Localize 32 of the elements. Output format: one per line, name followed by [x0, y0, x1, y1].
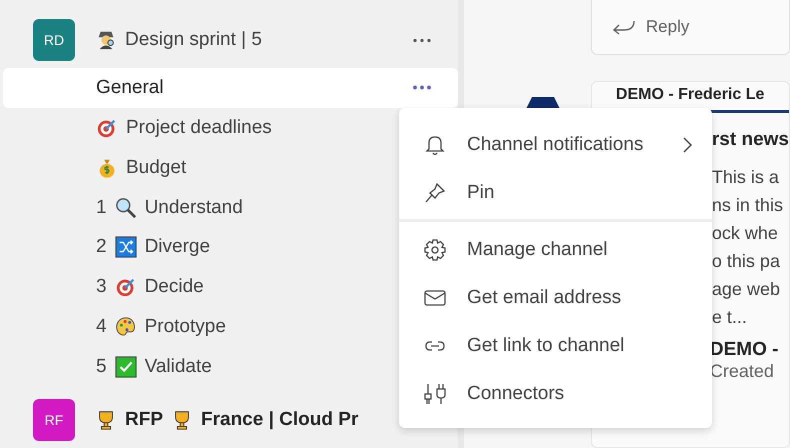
check-mark-icon	[114, 356, 137, 378]
post-meta: Created	[710, 361, 775, 382]
post-text: This is a	[712, 166, 780, 189]
post-text: e t...	[712, 306, 748, 329]
team-name[interactable]: Design sprint | 5	[125, 29, 412, 51]
channel-number: 1	[96, 196, 107, 219]
post-title: rst news	[712, 128, 789, 152]
post-text: ns in this	[712, 194, 784, 217]
post-author: DEMO -	[710, 339, 779, 361]
more-options-icon[interactable]	[412, 38, 432, 42]
channel-number: 5	[96, 356, 107, 378]
pin-icon	[423, 181, 447, 205]
channel-item[interactable]: General	[3, 68, 458, 108]
team-name[interactable]: RFP	[125, 409, 163, 431]
team-avatar: RD	[33, 19, 75, 61]
magnifier-icon	[114, 196, 137, 219]
plug-icon	[423, 382, 447, 406]
target-icon	[114, 276, 137, 298]
team-name[interactable]: France | Cloud Pr	[201, 409, 358, 431]
post-text: o this pa	[712, 250, 781, 273]
reply-arrow-icon	[612, 19, 636, 35]
palette-icon	[114, 316, 137, 338]
settings-icon	[423, 238, 447, 262]
post-text: age web	[712, 278, 781, 301]
channel-number: 3	[96, 276, 107, 298]
team-avatar: RF	[33, 399, 75, 441]
post-text: ock whe	[712, 222, 779, 245]
reply-button[interactable]: Reply	[612, 17, 690, 37]
channel-number: 4	[96, 316, 107, 338]
channel-number: 2	[96, 236, 107, 258]
more-options-icon[interactable]	[412, 85, 432, 90]
shuffle-icon	[114, 236, 137, 258]
